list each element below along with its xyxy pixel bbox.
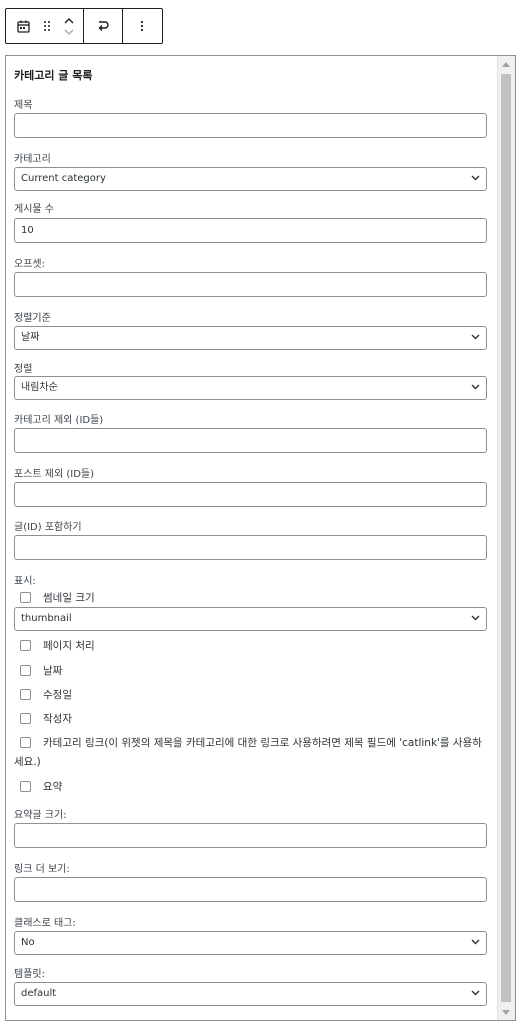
display-label: 표시: — [14, 576, 36, 587]
orderby-select[interactable]: 날짜 — [14, 326, 487, 350]
block-toolbar-group-transform — [84, 9, 123, 43]
thumbnail-size-select[interactable]: thumbnail — [14, 607, 487, 631]
chevron-down-icon — [471, 990, 480, 996]
transform-icon[interactable] — [91, 9, 115, 43]
thumbnail-checkbox[interactable] — [20, 592, 31, 603]
post-count-label: 게시물 수 — [14, 204, 54, 215]
excerpt-size-input[interactable] — [14, 823, 487, 848]
author-checkbox[interactable] — [20, 713, 31, 724]
author-option[interactable]: 작성자 — [20, 711, 72, 727]
drag-handle-icon[interactable] — [36, 9, 60, 43]
excerpt-option[interactable]: 요약 — [20, 779, 62, 795]
post-count-input[interactable]: 10 — [14, 218, 487, 243]
more-link-label: 링크 더 보기: — [14, 864, 70, 875]
pagination-option[interactable]: 페이지 처리 — [20, 638, 95, 654]
pagination-checkbox[interactable] — [20, 640, 31, 651]
chevron-down-icon — [471, 334, 480, 340]
date-checkbox[interactable] — [20, 665, 31, 676]
modified-checkbox[interactable] — [20, 689, 31, 700]
pagination-label: 페이지 처리 — [43, 640, 95, 652]
modified-option[interactable]: 수정일 — [20, 687, 72, 703]
thumbnail-size-select-value: thumbnail — [21, 613, 72, 624]
widget-title: 카테고리 글 목록 — [14, 69, 93, 82]
chevron-down-icon — [471, 939, 480, 945]
excerpt-checkbox[interactable] — [20, 781, 31, 792]
template-label: 템플릿: — [14, 969, 45, 980]
calendar-icon[interactable] — [12, 9, 36, 43]
include-posts-label: 글(ID) 포함하기 — [14, 522, 82, 533]
thumbnail-size-option[interactable]: 썸네일 크기 — [20, 590, 95, 606]
category-link-option[interactable]: 카테고리 링크(이 위젯의 제목을 카테고리에 대한 링크로 사용하려면 제목 … — [14, 734, 489, 772]
category-link-label: 카테고리 링크(이 위젯의 제목을 카테고리에 대한 링크로 사용하려면 제목 … — [14, 737, 482, 768]
class-tag-select-value: No — [21, 937, 35, 948]
chevron-down-icon[interactable] — [64, 26, 74, 38]
order-select-value: 내림차순 — [21, 382, 58, 393]
category-select-value: Current category — [21, 173, 106, 184]
category-select[interactable]: Current category — [14, 167, 487, 191]
category-link-checkbox[interactable] — [20, 737, 31, 748]
include-posts-input[interactable] — [14, 535, 487, 560]
class-tag-select[interactable]: No — [14, 931, 487, 955]
chevron-down-icon — [471, 384, 480, 390]
chevron-down-icon — [471, 175, 480, 181]
thumbnail-size-label: 썸네일 크기 — [43, 592, 95, 604]
orderby-label: 정렬기준 — [14, 313, 51, 324]
orderby-select-value: 날짜 — [21, 332, 40, 343]
date-option[interactable]: 날짜 — [20, 663, 62, 679]
vertical-scrollbar[interactable] — [497, 56, 515, 1020]
offset-input[interactable] — [14, 272, 487, 297]
modified-label: 수정일 — [43, 689, 72, 701]
title-input[interactable] — [14, 113, 487, 138]
order-select[interactable]: 내림차순 — [14, 376, 487, 400]
scroll-down-arrow-icon[interactable] — [498, 1004, 514, 1020]
template-select-value: default — [21, 988, 57, 999]
scroll-up-arrow-icon[interactable] — [498, 56, 514, 72]
more-vertical-icon[interactable] — [130, 9, 154, 43]
chevron-up-icon[interactable] — [64, 14, 74, 26]
exclude-categories-input[interactable] — [14, 428, 487, 453]
class-tag-label: 클래스로 태그: — [14, 918, 76, 929]
exclude-posts-label: 포스트 제외 (ID들) — [14, 469, 95, 480]
offset-label: 오프셋: — [14, 259, 45, 270]
category-label: 카테고리 — [14, 154, 51, 165]
excerpt-size-label: 요약글 크기: — [14, 810, 67, 821]
scrollbar-thumb[interactable] — [501, 74, 511, 1002]
chevron-down-icon — [471, 615, 480, 621]
widget-form-scroll-area: 카테고리 글 목록 제목 카테고리 Current category 게시물 수… — [6, 56, 498, 1020]
order-label: 정렬 — [14, 364, 33, 375]
date-label: 날짜 — [43, 665, 63, 677]
block-toolbar-group-options — [123, 9, 162, 43]
author-label: 작성자 — [43, 713, 72, 725]
block-movers — [59, 9, 79, 43]
exclude-posts-input[interactable] — [14, 482, 487, 507]
block-toolbar-group-main — [6, 9, 84, 43]
more-link-input[interactable] — [14, 877, 487, 902]
widget-form-panel: 카테고리 글 목록 제목 카테고리 Current category 게시물 수… — [5, 55, 516, 1021]
template-select[interactable]: default — [14, 982, 487, 1006]
excerpt-label: 요약 — [43, 781, 63, 793]
title-label: 제목 — [14, 100, 33, 111]
block-toolbar — [5, 8, 163, 44]
exclude-categories-label: 카테고리 제외 (ID들) — [14, 415, 104, 426]
